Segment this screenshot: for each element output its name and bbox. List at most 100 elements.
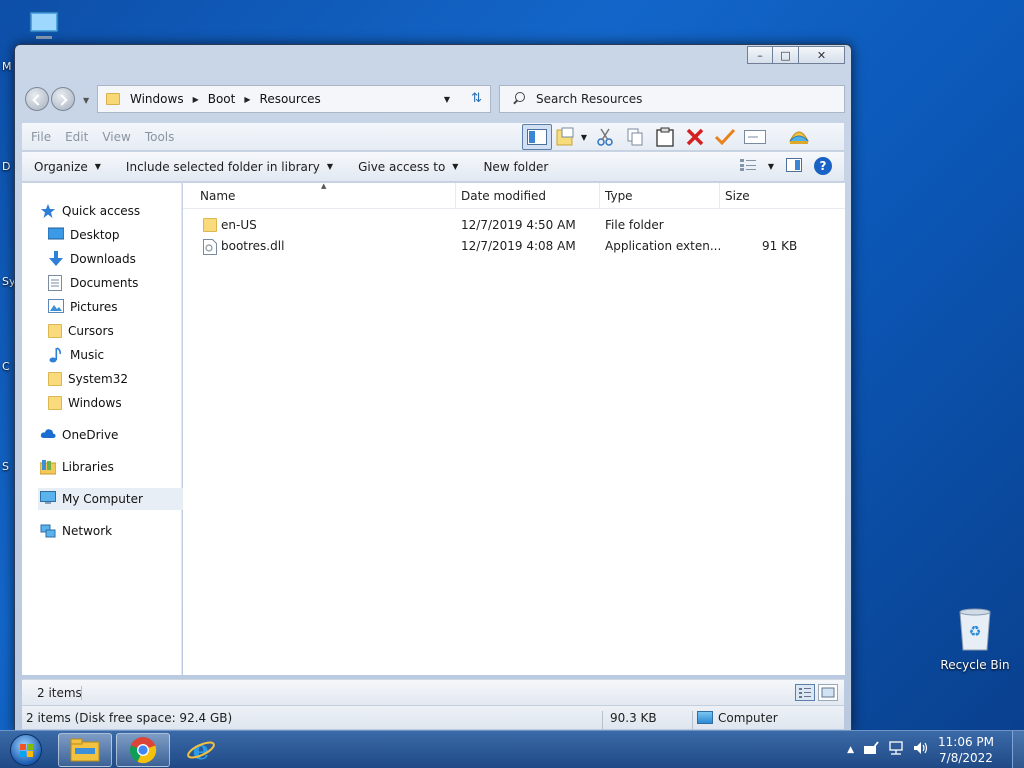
checkmark-icon[interactable] bbox=[710, 124, 740, 150]
close-button[interactable]: ✕ bbox=[799, 46, 845, 64]
sidebar-item-label: Windows bbox=[68, 396, 122, 410]
refresh-icon[interactable]: ⇅ bbox=[471, 91, 482, 106]
sidebar-item-desktop[interactable]: Desktop 📌 bbox=[47, 224, 204, 246]
new-folder-button[interactable]: New folder bbox=[471, 160, 561, 174]
show-desktop-button[interactable] bbox=[1012, 731, 1024, 768]
column-divider[interactable] bbox=[455, 183, 456, 209]
navigation-pane: Quick access Desktop 📌 Downloads 📌 Docum… bbox=[22, 183, 202, 675]
sidebar-item-quick-access[interactable]: Quick access bbox=[40, 200, 196, 222]
organize-button[interactable]: Organize ▼ bbox=[22, 160, 114, 174]
search-input[interactable]: Search Resources bbox=[536, 92, 642, 106]
clock-date: 7/8/2022 bbox=[939, 751, 993, 765]
action-center-flag-icon[interactable] bbox=[863, 741, 879, 759]
menu-edit[interactable]: Edit bbox=[65, 130, 88, 144]
copy-icon[interactable] bbox=[620, 124, 650, 150]
include-label: Include selected folder in library bbox=[125, 159, 320, 174]
address-dropdown-chevron-icon[interactable]: ▼ bbox=[444, 95, 450, 104]
help-button[interactable]: ? bbox=[814, 157, 832, 175]
globe-shell-icon[interactable] bbox=[784, 124, 814, 150]
breadcrumb-windows[interactable]: Windows bbox=[130, 92, 184, 106]
desktop-edge-label: C bbox=[2, 360, 10, 373]
sidebar-item-cursors[interactable]: Cursors bbox=[48, 320, 204, 342]
network-status-icon[interactable] bbox=[888, 741, 904, 759]
system-tray: ▲ 11:06 PM 7/8/2022 bbox=[847, 731, 1024, 768]
cut-icon[interactable] bbox=[590, 124, 620, 150]
column-header-date[interactable]: Date modified bbox=[461, 189, 546, 203]
sidebar-item-my-computer[interactable]: My Computer bbox=[38, 488, 192, 510]
large-icons-view-icon[interactable] bbox=[818, 684, 838, 701]
sidebar-item-windows[interactable]: Windows bbox=[48, 392, 204, 414]
menu-tools[interactable]: Tools bbox=[145, 130, 175, 144]
sidebar-item-documents[interactable]: Documents 📌 bbox=[48, 272, 204, 294]
documents-icon bbox=[48, 275, 64, 291]
breadcrumb-separator-icon[interactable]: ▶ bbox=[193, 95, 199, 104]
clock[interactable]: 11:06 PM 7/8/2022 bbox=[938, 734, 994, 766]
recycle-bin[interactable]: ♻ Recycle Bin bbox=[938, 606, 1012, 672]
file-type: Application exten... bbox=[605, 239, 722, 253]
network-icon bbox=[40, 523, 56, 539]
taskbar-internet-explorer[interactable]: e bbox=[174, 733, 228, 767]
preview-toggle-icon[interactable] bbox=[786, 157, 802, 175]
column-header-type[interactable]: Type bbox=[605, 189, 633, 203]
back-button[interactable] bbox=[25, 87, 49, 111]
view-options-icon[interactable] bbox=[739, 158, 756, 174]
column-header-size[interactable]: Size bbox=[725, 189, 750, 203]
status-divider bbox=[602, 711, 603, 731]
sidebar-item-onedrive[interactable]: OneDrive bbox=[40, 424, 196, 446]
sidebar-item-downloads[interactable]: Downloads 📌 bbox=[48, 248, 204, 270]
give-access-label: Give access to bbox=[358, 159, 446, 174]
address-bar[interactable]: Windows ▶ Boot ▶ Resources ▼ ⇅ bbox=[97, 85, 491, 113]
search-icon bbox=[512, 92, 526, 106]
preview-pane-icon[interactable] bbox=[522, 124, 552, 150]
desktop-computer-icon[interactable] bbox=[28, 10, 60, 44]
maximize-button[interactable]: □ bbox=[773, 46, 799, 64]
volume-icon[interactable] bbox=[913, 741, 929, 759]
breadcrumb-resources[interactable]: Resources bbox=[260, 92, 321, 106]
status-location: Computer bbox=[718, 711, 778, 725]
computer-icon bbox=[40, 491, 56, 507]
show-hidden-icons-chevron-icon[interactable]: ▲ bbox=[847, 745, 854, 755]
sidebar-item-label: OneDrive bbox=[62, 428, 119, 442]
paste-icon[interactable] bbox=[650, 124, 680, 150]
forward-button[interactable] bbox=[51, 87, 75, 111]
taskbar-chrome[interactable] bbox=[116, 733, 170, 767]
clock-time: 11:06 PM bbox=[938, 735, 994, 749]
minimize-button[interactable]: – bbox=[747, 46, 773, 64]
sidebar-item-pictures[interactable]: Pictures 📌 bbox=[48, 296, 204, 318]
desktop-edge-label: M bbox=[2, 60, 12, 73]
search-box[interactable]: Search Resources bbox=[499, 85, 845, 113]
file-row[interactable]: en-US 12/7/2019 4:50 AM File folder bbox=[183, 215, 845, 236]
rename-icon[interactable] bbox=[740, 124, 770, 150]
sidebar-item-music[interactable]: Music bbox=[48, 344, 204, 366]
details-view-icon[interactable] bbox=[795, 684, 815, 701]
sidebar-item-network[interactable]: Network bbox=[40, 520, 196, 542]
delete-icon[interactable] bbox=[680, 124, 710, 150]
breadcrumb-separator-icon[interactable]: ▶ bbox=[244, 95, 250, 104]
properties-icon[interactable] bbox=[552, 124, 578, 150]
view-chevron-down-icon[interactable]: ▼ bbox=[768, 162, 774, 171]
item-count: 2 items bbox=[37, 686, 82, 700]
column-divider[interactable] bbox=[599, 183, 600, 209]
column-header-name[interactable]: Name bbox=[200, 189, 235, 203]
sidebar-item-libraries[interactable]: Libraries bbox=[39, 456, 196, 478]
breadcrumb-boot[interactable]: Boot bbox=[208, 92, 236, 106]
svg-text:♻: ♻ bbox=[969, 624, 982, 640]
column-divider[interactable] bbox=[719, 183, 720, 209]
properties-dropdown-chevron-icon[interactable]: ▼ bbox=[578, 124, 590, 150]
taskbar-explorer[interactable] bbox=[58, 733, 112, 767]
menu-view[interactable]: View bbox=[102, 130, 130, 144]
start-button[interactable] bbox=[4, 732, 48, 768]
sidebar-item-system32[interactable]: System32 bbox=[48, 368, 204, 390]
menu-file[interactable]: File bbox=[31, 130, 51, 144]
file-name: en-US bbox=[221, 218, 257, 232]
file-type: File folder bbox=[605, 218, 664, 232]
status-size: 90.3 KB bbox=[610, 711, 657, 725]
file-row[interactable]: bootres.dll 12/7/2019 4:08 AM Applicatio… bbox=[183, 236, 845, 257]
recent-locations-chevron-icon[interactable]: ▼ bbox=[83, 96, 89, 105]
music-icon bbox=[48, 347, 64, 363]
give-access-button[interactable]: Give access to ▼ bbox=[346, 160, 471, 174]
star-icon bbox=[40, 203, 56, 219]
status-divider bbox=[81, 686, 82, 700]
include-in-library-button[interactable]: Include selected folder in library ▼ bbox=[114, 160, 346, 174]
chevron-down-icon: ▼ bbox=[452, 162, 459, 171]
